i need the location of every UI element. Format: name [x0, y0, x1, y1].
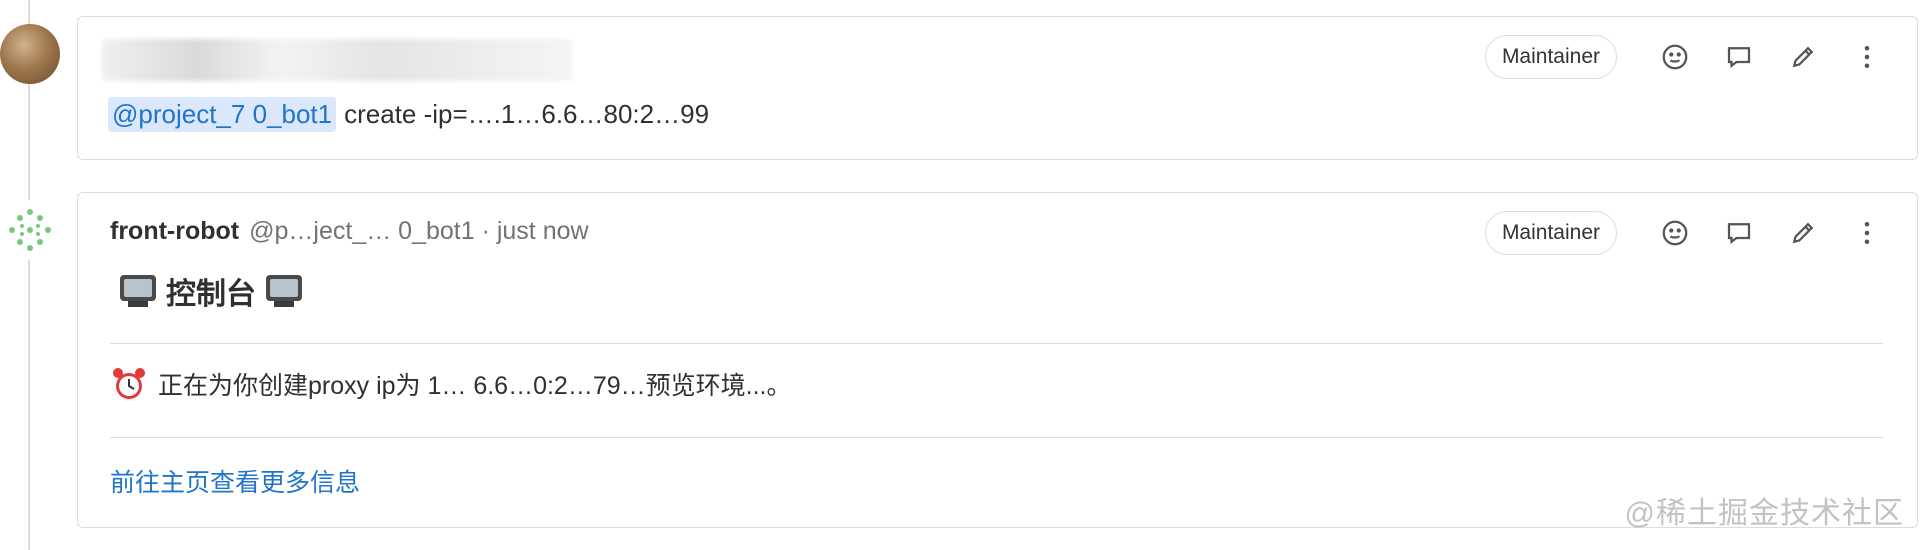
comment-actions: Maintainer — [1484, 35, 1891, 79]
bot-comment-card: front-robot @p…ject_… 0_bot1 · just now … — [77, 192, 1918, 528]
console-title: 控制台 — [110, 269, 312, 313]
bot-avatar[interactable] — [0, 200, 60, 260]
television-icon — [120, 275, 156, 307]
edit-button[interactable] — [1779, 35, 1827, 79]
command-text: create -ip=….1…6.6…80:2…99 — [344, 99, 710, 129]
more-actions-button[interactable] — [1843, 211, 1891, 255]
edit-icon — [1792, 46, 1814, 68]
robot-avatar-icon — [9, 209, 51, 251]
user-avatar[interactable] — [0, 24, 60, 84]
add-reaction-button[interactable] — [1651, 211, 1699, 255]
emoji-icon — [1662, 44, 1688, 70]
more-actions-button[interactable] — [1843, 35, 1891, 79]
role-badge: Maintainer — [1484, 35, 1617, 79]
television-icon — [266, 275, 302, 307]
role-badge: Maintainer — [1484, 211, 1617, 255]
add-reaction-button[interactable] — [1651, 35, 1699, 79]
divider — [110, 437, 1883, 438]
edit-icon — [1792, 222, 1814, 244]
comment-card: @project_7 0_bot1 create -ip=….1…6.6…80:… — [77, 16, 1918, 160]
more-icon — [1864, 222, 1870, 244]
reply-button[interactable] — [1715, 211, 1763, 255]
comment-header: front-robot @p…ject_… 0_bot1 · just now — [110, 217, 589, 246]
more-info-link[interactable]: 前往主页查看更多信息 — [110, 463, 360, 499]
comment-actions: Maintainer — [1484, 211, 1891, 255]
emoji-icon — [1662, 220, 1688, 246]
divider — [110, 343, 1883, 344]
watermark: @稀土掘金技术社区 — [1624, 497, 1904, 530]
console-title-text: 控制台 — [166, 278, 256, 311]
reply-button[interactable] — [1715, 35, 1763, 79]
comment-icon — [1727, 223, 1751, 244]
author-name[interactable]: front-robot — [110, 217, 239, 246]
author-obscured — [102, 39, 572, 81]
comment-body: @project_7 0_bot1 create -ip=….1…6.6…80:… — [108, 97, 709, 132]
mention-link[interactable]: @project_7 0_bot1 — [108, 97, 337, 132]
comment-icon — [1727, 47, 1751, 68]
more-icon — [1864, 46, 1870, 68]
status-message: 正在为你创建proxy ip为 1… 6.6…0:2…79…预览环境...。 — [110, 365, 792, 403]
edit-button[interactable] — [1779, 211, 1827, 255]
alarm-clock-icon — [113, 368, 145, 399]
author-handle: @p…ject_… 0_bot1 · just now — [249, 217, 589, 245]
status-text: 正在为你创建proxy ip为 1… 6.6…0:2…79…预览环境...。 — [158, 372, 792, 400]
